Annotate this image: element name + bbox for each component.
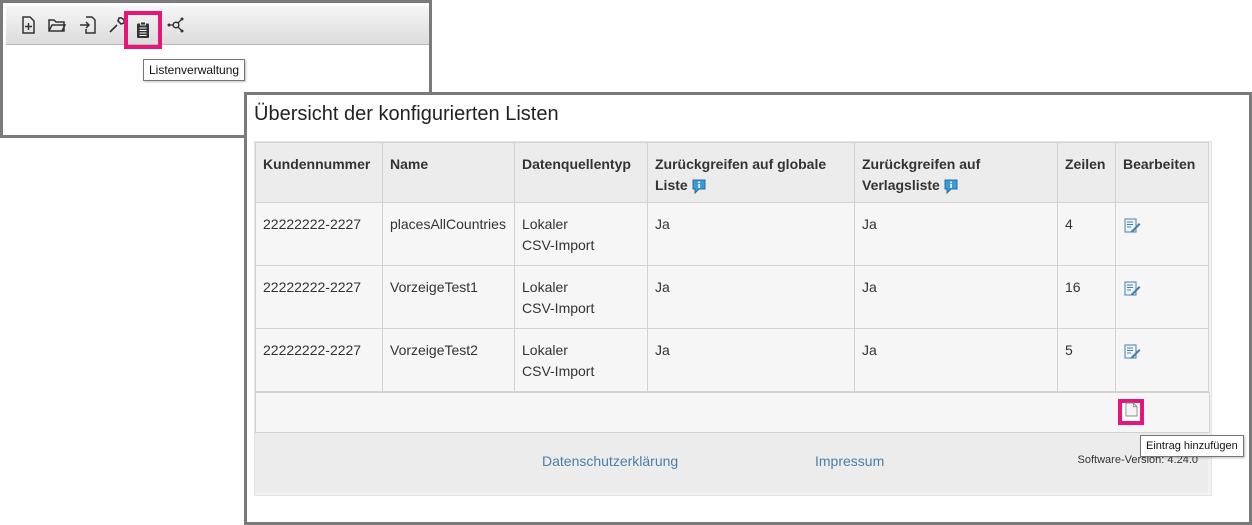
table-header-row: Kundennummer Name Datenquellentyp Zurück… — [255, 142, 1209, 203]
new-document-icon — [1124, 402, 1138, 422]
open-folder-icon[interactable] — [45, 13, 69, 37]
cell-name: VorzeigeTest1 — [382, 265, 515, 329]
col-header-verlag-line2: Verlagsliste — [862, 177, 940, 193]
cell-name: VorzeigeTest2 — [382, 328, 515, 392]
cell-zeilen: 5 — [1057, 328, 1116, 392]
col-header-name: Name — [382, 142, 515, 203]
edit-icon[interactable] — [1123, 343, 1141, 361]
table-row: 22222222-2227 VorzeigeTest2 Lokaler CSV-I… — [255, 328, 1209, 392]
col-header-zeilen: Zeilen — [1057, 142, 1116, 203]
cell-kundennummer: 22222222-2227 — [255, 202, 383, 266]
lists-panel: Kundennummer Name Datenquellentyp Zurück… — [254, 141, 1212, 496]
add-entry-button[interactable] — [1118, 399, 1144, 425]
page-title: Übersicht der konfigurierten Listen — [254, 103, 559, 125]
imprint-link[interactable]: Impressum — [815, 453, 884, 469]
info-bubble-icon[interactable] — [691, 178, 707, 195]
cell-typ-line2: CSV-Import — [522, 363, 595, 379]
cell-verlag: Ja — [854, 328, 1058, 392]
cell-kundennummer: 22222222-2227 — [255, 328, 383, 392]
cell-bearbeiten — [1115, 202, 1209, 266]
new-file-icon[interactable] — [16, 13, 40, 37]
cell-verlag: Ja — [854, 202, 1058, 266]
add-entry-row — [255, 392, 1210, 433]
cell-typ-line1: Lokaler — [522, 279, 568, 295]
col-header-global: Zurückgreifen auf globale Liste — [647, 142, 855, 203]
privacy-link[interactable]: Datenschutzerklärung — [542, 453, 678, 469]
table-row: 22222222-2227 placesAllCountries Lokaler… — [255, 202, 1209, 266]
clipboard-list-icon[interactable] — [124, 11, 162, 49]
cell-datenquellentyp: Lokaler CSV-Import — [514, 328, 648, 392]
toolbar-tooltip: Listenverwaltung — [143, 59, 246, 81]
cell-typ-line1: Lokaler — [522, 216, 568, 232]
col-header-global-line1: Zurückgreifen auf globale — [655, 156, 827, 172]
import-icon[interactable] — [76, 13, 100, 37]
cell-global: Ja — [647, 202, 855, 266]
col-header-verlag-line1: Zurückgreifen auf — [862, 156, 981, 172]
col-header-verlag: Zurückgreifen auf Verlagsliste — [854, 142, 1058, 203]
edit-icon[interactable] — [1123, 280, 1141, 298]
col-header-kundennummer: Kundennummer — [255, 142, 383, 203]
table-row: 22222222-2227 VorzeigeTest1 Lokaler CSV-I… — [255, 265, 1209, 329]
col-header-bearbeiten: Bearbeiten — [1115, 142, 1209, 203]
add-entry-tooltip: Eintrag hinzufügen — [1140, 435, 1244, 457]
cell-datenquellentyp: Lokaler CSV-Import — [514, 265, 648, 329]
wrench-icon[interactable] — [105, 13, 129, 37]
cell-name: placesAllCountries — [382, 202, 515, 266]
cell-datenquellentyp: Lokaler CSV-Import — [514, 202, 648, 266]
toolbar — [6, 6, 429, 49]
cell-typ-line2: CSV-Import — [522, 300, 595, 316]
cell-global: Ja — [647, 265, 855, 329]
cell-bearbeiten — [1115, 265, 1209, 329]
cell-typ-line1: Lokaler — [522, 342, 568, 358]
cell-bearbeiten — [1115, 328, 1209, 392]
lists-table: Kundennummer Name Datenquellentyp Zurück… — [255, 142, 1209, 392]
cell-zeilen: 16 — [1057, 265, 1116, 329]
cell-typ-line2: CSV-Import — [522, 237, 595, 253]
cell-kundennummer: 22222222-2227 — [255, 265, 383, 329]
col-header-global-line2: Liste — [655, 177, 688, 193]
footer: Datenschutzerklärung Impressum Software-… — [255, 433, 1208, 493]
cell-zeilen: 4 — [1057, 202, 1116, 266]
edit-icon[interactable] — [1123, 217, 1141, 235]
col-header-datenquellentyp: Datenquellentyp — [514, 142, 648, 203]
list-overview-window: Übersicht der konfigurierten Listen Kund… — [244, 92, 1252, 525]
cell-verlag: Ja — [854, 265, 1058, 329]
network-icon[interactable] — [164, 13, 188, 37]
info-bubble-icon[interactable] — [943, 178, 959, 195]
cell-global: Ja — [647, 328, 855, 392]
